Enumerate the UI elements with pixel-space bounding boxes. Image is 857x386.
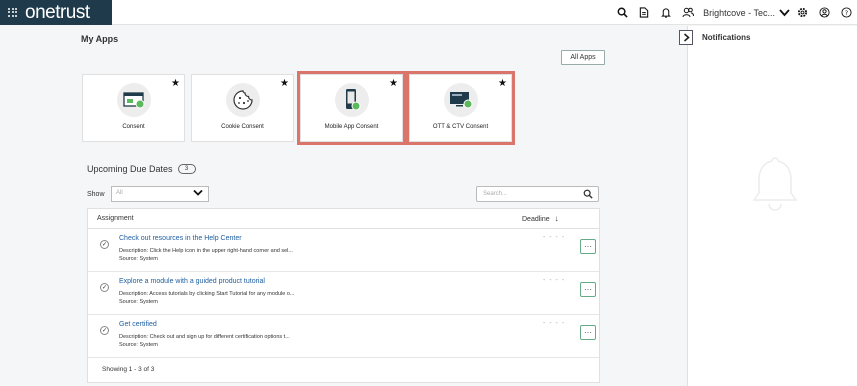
deadline-value: - - - - [543,320,566,327]
assignment-description: Description: Access tutorials by clickin… [119,291,295,297]
star-icon[interactable]: ★ [389,78,398,89]
more-actions-button[interactable]: ··· [580,282,596,297]
table-row: ✓ Check out resources in the Help Center… [88,229,599,272]
app-card-label: Consent [122,124,145,130]
select-value: All [116,190,123,196]
column-header-assignment[interactable]: Assignment [97,215,134,222]
assignment-source: Source: System [119,299,158,305]
consent-icon [117,83,151,117]
bell-icon[interactable] [655,0,677,25]
app-card-label: OTT & CTV Consent [432,124,489,130]
assignment-description: Description: Check out and sign up for d… [119,334,290,340]
tv-icon [444,83,478,117]
pagination-summary: Showing 1 - 3 of 3 [102,366,155,373]
table-row: ✓ Get certified Description: Check out a… [88,315,599,358]
search-input[interactable]: Search... [476,186,599,202]
bell-icon [750,154,800,221]
deadline-value: - - - - [543,234,566,241]
notifications-title: Notifications [702,33,751,42]
app-grid-icon[interactable] [8,7,18,18]
page-title: My Apps [81,34,119,44]
checklist-icon: ✓ [100,240,109,249]
column-header-deadline[interactable]: Deadline ↓ [522,214,559,223]
show-label: Show [87,191,105,198]
assignment-title-link[interactable]: Check out resources in the Help Center [119,235,242,242]
app-card-mobile-app-consent[interactable]: ★ Mobile App Consent [297,71,406,145]
upcoming-due-dates-header: Upcoming Due Dates 3 [87,164,196,174]
assignment-description: Description: Click the Help icon in the … [119,248,293,254]
more-actions-button[interactable]: ··· [580,239,596,254]
app-card-consent[interactable]: ★ Consent [82,74,185,142]
all-apps-button[interactable]: All Apps [561,50,605,65]
search-icon[interactable] [611,0,633,25]
star-icon[interactable]: ★ [171,78,180,89]
search-icon[interactable] [583,189,593,201]
star-icon[interactable]: ★ [280,78,289,89]
section-title: Upcoming Due Dates [87,164,173,174]
panel-toggle-button[interactable] [679,30,693,45]
more-actions-button[interactable]: ··· [580,325,596,340]
sort-arrow-icon: ↓ [554,214,559,223]
show-filter-select[interactable]: All [111,186,209,202]
document-icon[interactable] [633,0,655,25]
assignments-table: Assignment Deadline ↓ ✓ Check out resour… [87,208,600,383]
help-icon[interactable]: ? [835,0,857,25]
deadline-label: Deadline [522,216,550,223]
table-row: ✓ Explore a module with a guided product… [88,272,599,315]
app-card-cookie-consent[interactable]: ★ Cookie Consent [191,74,294,142]
brand-name: onetrust [25,1,90,23]
svg-text:?: ? [844,9,847,17]
account-icon[interactable] [813,0,835,25]
deadline-value: - - - - [543,277,566,284]
assignment-source: Source: System [119,342,158,348]
checklist-icon: ✓ [100,326,109,335]
top-bar: onetrust Brightcove - Tec... ? [0,0,857,25]
search-placeholder: Search... [483,191,508,197]
main-content: My Apps All Apps ★ Consent ★ Cookie Cons… [0,26,687,386]
app-card-ott-ctv-consent[interactable]: ★ OTT & CTV Consent [406,71,515,145]
cookie-icon [226,83,260,117]
checklist-icon: ✓ [100,283,109,292]
org-selector[interactable]: Brightcove - Tec... [703,8,775,18]
table-header: Assignment Deadline ↓ [88,209,599,229]
assignment-title-link[interactable]: Explore a module with a guided product t… [119,278,265,285]
chevron-down-icon [193,189,203,199]
assignment-source: Source: System [119,256,158,262]
assignment-title-link[interactable]: Get certified [119,321,157,328]
mobile-icon [335,83,369,117]
app-card-label: Mobile App Consent [324,124,379,130]
chevron-down-icon[interactable] [777,0,791,25]
brand-logo[interactable]: onetrust [0,0,112,25]
settings-icon[interactable] [791,0,813,25]
star-icon[interactable]: ★ [498,78,507,89]
users-icon[interactable] [677,0,699,25]
notifications-panel: Notifications [679,26,857,386]
app-card-label: Cookie Consent [221,124,264,130]
count-badge: 3 [177,164,196,174]
